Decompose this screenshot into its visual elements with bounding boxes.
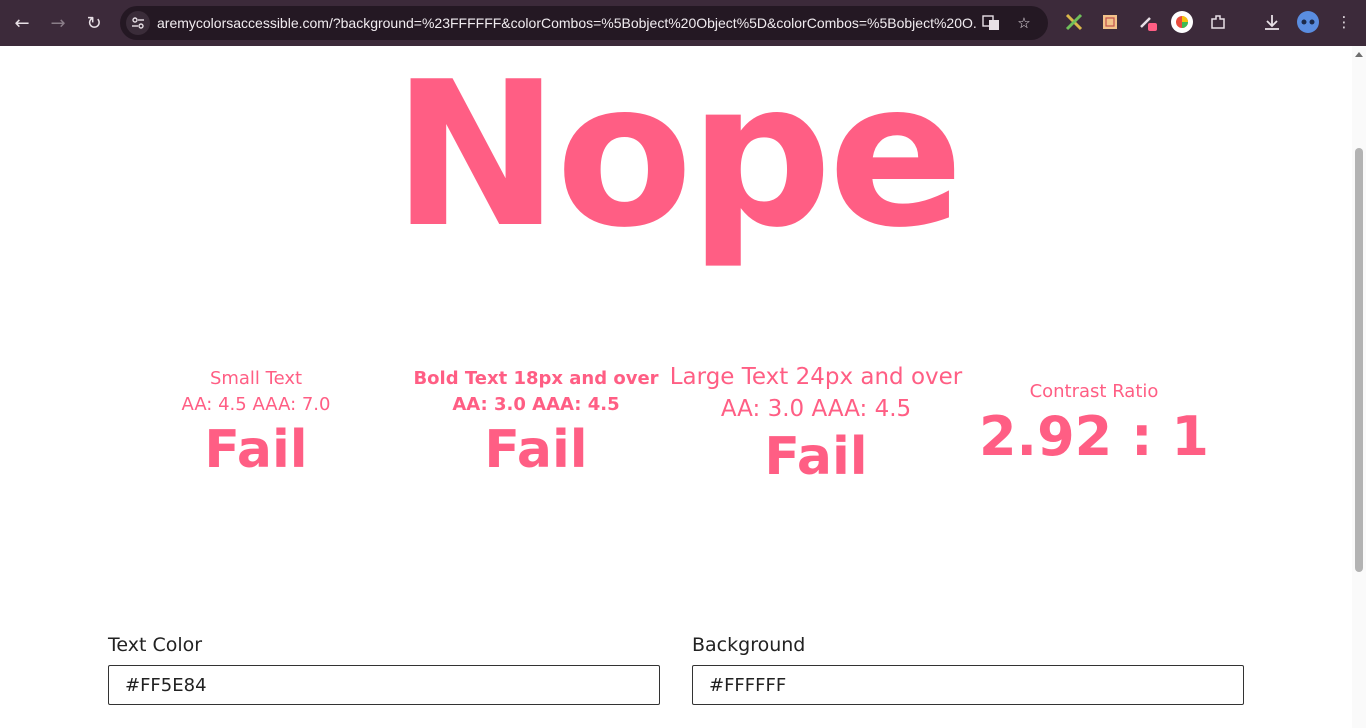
url-text[interactable]: aremycolorsaccessible.com/?background=%2… xyxy=(157,6,977,40)
extension-eyedropper-icon[interactable] xyxy=(1137,11,1159,33)
small-text-label: Small Text xyxy=(209,368,303,389)
background-input[interactable] xyxy=(692,665,1244,705)
back-arrow-icon[interactable]: ← xyxy=(4,5,40,41)
large-text-thresholds: AA: 3.0 AAA: 4.5 xyxy=(720,396,912,422)
extension-color-wheel-icon[interactable] xyxy=(1171,11,1193,33)
extensions-puzzle-icon[interactable] xyxy=(1207,11,1229,33)
contrast-ratio-panel: Contrast Ratio 2.92 : 1 xyxy=(974,379,1214,467)
scrollbar-thumb[interactable] xyxy=(1355,148,1363,572)
text-color-label: Text Color xyxy=(108,634,203,656)
small-text-result: Fail xyxy=(204,420,308,480)
address-bar[interactable]: aremycolorsaccessible.com/?background=%2… xyxy=(120,6,1048,40)
large-text-check: Large Text 24px and over AA: 3.0 AAA: 4.… xyxy=(666,361,966,487)
large-text-label: Large Text 24px and over xyxy=(669,364,963,390)
text-color-input[interactable] xyxy=(108,665,660,705)
bold-text-check: Bold Text 18px and over AA: 3.0 AAA: 4.5… xyxy=(406,366,666,480)
page-scrollbar[interactable] xyxy=(1352,46,1366,728)
verdict-heading: Nope xyxy=(392,39,964,272)
extension-document-icon[interactable] xyxy=(1099,11,1121,33)
scroll-up-arrow-icon[interactable] xyxy=(1355,52,1363,57)
menu-kebab-icon[interactable]: ⋮ xyxy=(1333,11,1355,33)
small-text-check: Small Text AA: 4.5 AAA: 7.0 Fail xyxy=(136,366,376,480)
page-content: Nope Small Text AA: 4.5 AAA: 7.0 Fail Bo… xyxy=(0,46,1352,728)
profile-avatar-icon[interactable] xyxy=(1297,11,1319,33)
site-settings-icon[interactable] xyxy=(126,11,150,35)
reload-icon[interactable]: ↻ xyxy=(76,5,112,41)
contrast-ratio-label: Contrast Ratio xyxy=(1029,381,1159,402)
bold-text-result: Fail xyxy=(484,420,588,480)
download-icon[interactable] xyxy=(1261,11,1283,33)
translate-icon[interactable] xyxy=(981,13,1001,33)
extension-tools-icon[interactable] xyxy=(1063,11,1085,33)
forward-arrow-icon[interactable]: → xyxy=(40,5,76,41)
bookmark-star-icon[interactable]: ☆ xyxy=(1014,13,1034,33)
bold-text-label: Bold Text 18px and over xyxy=(413,368,659,389)
bold-text-thresholds: AA: 3.0 AAA: 4.5 xyxy=(452,394,620,415)
background-label: Background xyxy=(692,634,806,656)
contrast-ratio-value: 2.92 : 1 xyxy=(978,405,1209,468)
large-text-result: Fail xyxy=(764,427,868,487)
small-text-thresholds: AA: 4.5 AAA: 7.0 xyxy=(181,394,331,415)
